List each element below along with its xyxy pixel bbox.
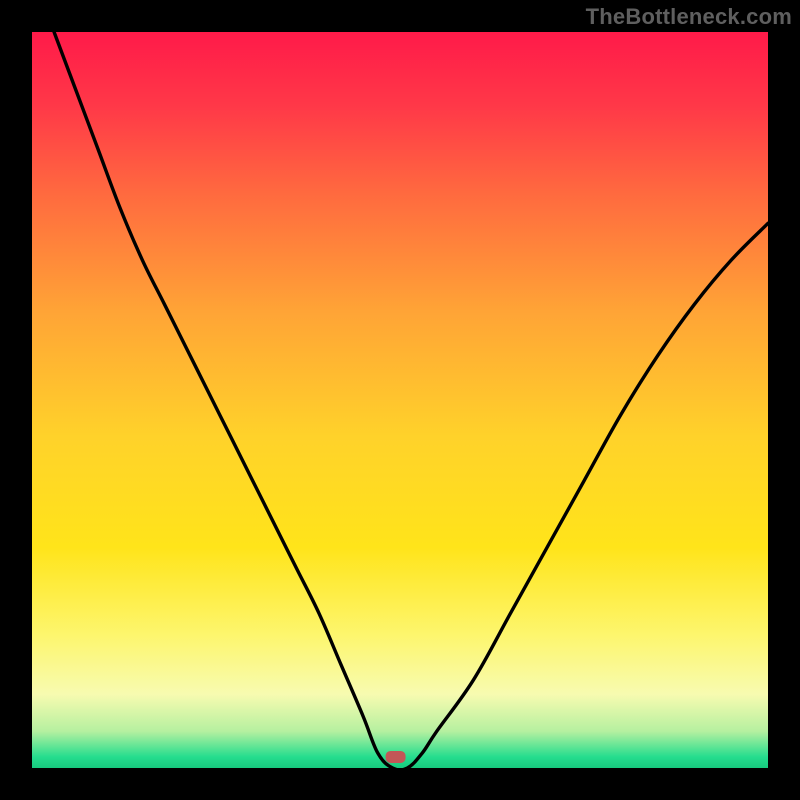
chart-stage: TheBottleneck.com (0, 0, 800, 800)
bottleneck-chart (0, 0, 800, 800)
plot-area (32, 32, 768, 768)
watermark-text: TheBottleneck.com (586, 4, 792, 30)
optimal-marker (386, 751, 406, 763)
